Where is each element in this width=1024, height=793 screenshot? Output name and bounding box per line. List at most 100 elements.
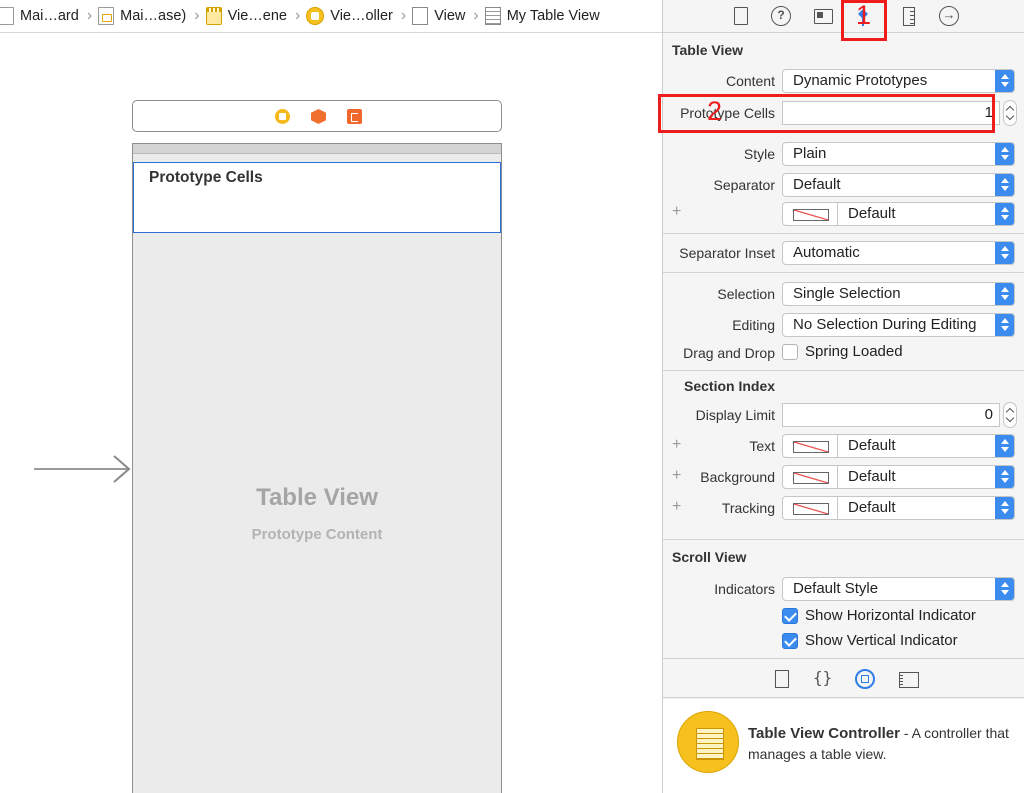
separator-value: Default: [793, 176, 841, 193]
spring-loaded-checkbox[interactable]: [782, 344, 798, 360]
separator-inset-label: Separator Inset: [679, 245, 775, 261]
display-limit-label: Display Limit: [695, 407, 775, 423]
separator-color-value: Default: [848, 205, 896, 222]
scene-dock[interactable]: [132, 100, 502, 132]
prototype-cells-header: Prototype Cells: [149, 169, 263, 186]
show-vertical-indicator-label: Show Vertical Indicator: [805, 632, 958, 649]
exit-icon[interactable]: [347, 109, 362, 124]
storyboard-canvas[interactable]: Prototype Cells Table View Prototype Con…: [0, 34, 662, 793]
chevron-right-icon: ›: [86, 7, 93, 24]
file-inspector-icon[interactable]: [731, 6, 751, 26]
popup-arrows-icon: [995, 70, 1014, 92]
style-popup[interactable]: Plain: [782, 142, 1015, 166]
selection-popup[interactable]: Single Selection: [782, 282, 1015, 306]
separator-color-swatch[interactable]: [782, 202, 838, 226]
text-color-swatch[interactable]: [782, 434, 838, 458]
tracking-label: Tracking: [721, 500, 775, 516]
plus-icon[interactable]: +: [672, 203, 681, 221]
plus-icon[interactable]: +: [672, 467, 681, 485]
divider: [663, 370, 1024, 371]
section-title-scroll-view: Scroll View: [672, 549, 747, 565]
plus-icon[interactable]: +: [672, 498, 681, 516]
text-label: Text: [749, 438, 775, 454]
content-popup[interactable]: Dynamic Prototypes: [782, 69, 1015, 93]
chevron-right-icon: ›: [294, 7, 301, 24]
text-color-value: Default: [848, 437, 896, 454]
library-item-title: Table View Controller: [748, 725, 900, 742]
view-controller-icon[interactable]: [275, 109, 290, 124]
chevron-right-icon: ›: [194, 7, 200, 24]
storyboard-file-icon: [0, 7, 14, 25]
background-color-swatch[interactable]: [782, 465, 838, 489]
indicators-label: Indicators: [714, 581, 775, 597]
content-label: Content: [725, 73, 775, 89]
popup-arrows-icon: [995, 242, 1014, 264]
separator-inset-popup[interactable]: Automatic: [782, 241, 1015, 265]
background-color-popup[interactable]: Default: [837, 465, 1015, 489]
code-snippet-icon[interactable]: {}: [813, 669, 832, 689]
drag-and-drop-label: Drag and Drop: [683, 345, 775, 361]
tracking-color-popup[interactable]: Default: [837, 496, 1015, 520]
help-icon[interactable]: ?: [771, 6, 791, 26]
popup-arrows-icon: [995, 466, 1014, 488]
show-horizontal-indicator-checkbox[interactable]: [782, 608, 798, 624]
breadcrumb-item-view-controller[interactable]: Vie…oller ›: [306, 0, 412, 32]
identity-inspector-icon[interactable]: [813, 6, 833, 26]
editing-label: Editing: [732, 317, 775, 333]
breadcrumb-label: Mai…ase): [120, 8, 187, 24]
show-vertical-indicator-checkbox[interactable]: [782, 633, 798, 649]
annotation-number-2: 2: [707, 96, 723, 126]
breadcrumb-label: Mai…ard: [20, 8, 79, 24]
popup-arrows-icon: [995, 314, 1014, 336]
breadcrumb-label: My Table View: [506, 8, 600, 24]
show-horizontal-indicator-label: Show Horizontal Indicator: [805, 607, 976, 624]
view-icon: [412, 7, 429, 25]
library-item-table-view-controller[interactable]: Table View Controller - A controller tha…: [663, 699, 1024, 793]
popup-arrows-icon: [995, 435, 1014, 457]
popup-arrows-icon: [995, 497, 1014, 519]
breadcrumb-item-main-storyboard[interactable]: Mai…ard ›: [0, 0, 98, 32]
popup-arrows-icon: [995, 578, 1014, 600]
selection-label: Selection: [717, 286, 775, 302]
style-value: Plain: [793, 145, 827, 162]
prototype-cells-stepper[interactable]: [1003, 100, 1017, 126]
media-library-icon[interactable]: [899, 669, 919, 689]
entry-point-arrow-icon[interactable]: [34, 454, 134, 484]
plus-icon[interactable]: +: [672, 436, 681, 454]
tracking-color-value: Default: [848, 499, 896, 516]
storyboard-base-icon: [98, 7, 115, 25]
separator-color-popup[interactable]: Default: [837, 202, 1015, 226]
editing-popup[interactable]: No Selection During Editing: [782, 313, 1015, 337]
library-tab-bar: {}: [663, 658, 1024, 698]
breadcrumb: Mai…ard › Mai…ase) › Vie…ene › Vie…oller…: [0, 0, 662, 33]
popup-arrows-icon: [995, 203, 1014, 225]
section-title-table-view: Table View: [672, 42, 744, 58]
display-limit-stepper[interactable]: [1003, 402, 1017, 428]
popup-arrows-icon: [995, 143, 1014, 165]
background-color-value: Default: [848, 468, 896, 485]
size-inspector-icon[interactable]: [899, 6, 919, 26]
divider: [663, 539, 1024, 540]
table-view-placeholder-subtitle: Prototype Content: [251, 526, 383, 543]
text-color-popup[interactable]: Default: [837, 434, 1015, 458]
breadcrumb-item-main-base[interactable]: Mai…ase) ›: [98, 0, 205, 32]
object-library-icon[interactable]: [855, 669, 875, 689]
breadcrumb-item-table-view[interactable]: My Table View: [484, 0, 600, 32]
status-bar: [133, 144, 501, 154]
prototype-cell[interactable]: Prototype Cells: [133, 162, 501, 233]
display-limit-field[interactable]: 0: [782, 403, 1000, 427]
breadcrumb-item-view[interactable]: View ›: [412, 0, 485, 32]
table-view-scene[interactable]: Prototype Cells Table View Prototype Con…: [132, 143, 502, 793]
table-view-controller-icon: [677, 711, 739, 773]
tracking-color-swatch[interactable]: [782, 496, 838, 520]
indicators-popup[interactable]: Default Style: [782, 577, 1015, 601]
connections-inspector-icon[interactable]: →: [939, 6, 959, 26]
first-responder-icon[interactable]: [311, 109, 326, 124]
breadcrumb-item-scene[interactable]: Vie…ene ›: [205, 0, 307, 32]
indicators-value: Default Style: [793, 580, 879, 597]
file-template-icon[interactable]: [773, 669, 791, 689]
separator-popup[interactable]: Default: [782, 173, 1015, 197]
library-item-text: Table View Controller - A controller tha…: [748, 723, 1018, 764]
breadcrumb-label: View: [434, 8, 466, 24]
separator-inset-value: Automatic: [793, 244, 860, 261]
